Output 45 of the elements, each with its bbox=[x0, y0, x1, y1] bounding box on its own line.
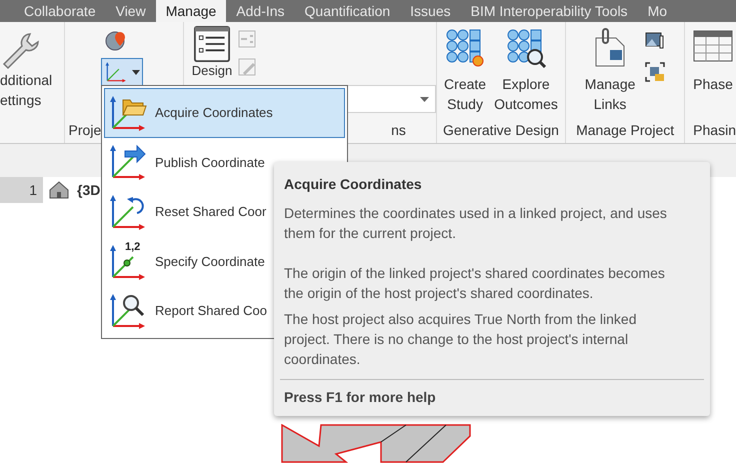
arrow-axes-icon bbox=[109, 143, 147, 182]
coordinate-label: 1,2 bbox=[125, 240, 140, 255]
ribbon-tab[interactable]: Mo bbox=[638, 0, 678, 22]
panel-label: Phasin bbox=[693, 121, 736, 140]
list-pencil-icon bbox=[238, 58, 256, 76]
grid-spark-icon bbox=[445, 28, 486, 68]
document-tab[interactable]: 1 bbox=[0, 177, 43, 203]
caret-icon bbox=[420, 96, 429, 102]
design-options-button[interactable]: Design bbox=[192, 26, 232, 78]
tooltip-paragraph: The origin of the linked project's shared coordinates becomes the origin of the host project's shared coordinates. bbox=[284, 264, 666, 303]
panel-label: ns bbox=[391, 121, 407, 140]
point-axes-icon bbox=[109, 242, 147, 281]
house-icon bbox=[49, 181, 69, 199]
tooltip-paragraph: The host project also acquires True North from the linked project. There is no change to the host project's internal coordinates. bbox=[284, 310, 638, 369]
undo-axes-icon bbox=[109, 192, 147, 231]
coordinates-dropdown-button[interactable] bbox=[100, 58, 143, 86]
panel-label: Proje bbox=[68, 121, 102, 140]
ribbon-tab[interactable]: BIM Interoperability Tools bbox=[460, 0, 638, 22]
ribbon-tab[interactable]: Collaborate bbox=[14, 0, 106, 22]
folder-axes-icon bbox=[109, 94, 147, 132]
phases-button[interactable]: Phase bbox=[693, 28, 734, 94]
caret-icon bbox=[132, 70, 140, 74]
generative-design-button[interactable]: Create Study bbox=[444, 28, 486, 120]
list-window-icon bbox=[194, 26, 230, 62]
ribbon-tab[interactable]: Add-Ins bbox=[226, 0, 295, 22]
ribbon-tab[interactable]: Quantification bbox=[294, 0, 400, 22]
generative-design-button[interactable]: Explore Outcomes bbox=[494, 28, 558, 120]
magnifier-axes-icon bbox=[109, 292, 147, 330]
additional-settings-button[interactable]: dditional ettings bbox=[0, 22, 64, 120]
menu-item[interactable]: Acquire Coordinates bbox=[104, 88, 345, 138]
ribbon-tab[interactable]: Issues bbox=[400, 0, 461, 22]
ribbon-tab[interactable]: View bbox=[106, 0, 156, 22]
location-pin-icon bbox=[104, 30, 127, 52]
panel-label: Generative Design bbox=[442, 121, 559, 140]
axes-icon bbox=[104, 61, 128, 83]
frame-folder-icon bbox=[645, 62, 666, 82]
manage-links-button[interactable]: Manage Links bbox=[584, 28, 636, 120]
wrench-icon bbox=[0, 30, 40, 70]
tooltip-footer: Press F1 for more help bbox=[284, 387, 700, 408]
grid-search-icon bbox=[506, 28, 546, 68]
tooltip-title: Acquire Coordinates bbox=[284, 175, 423, 194]
panel-label: Manage Project bbox=[576, 121, 674, 140]
tooltip-paragraph: Determines the coordinates used in a linked project, and uses them for the current project. bbox=[284, 204, 668, 243]
ribbon-tab[interactable]: Manage bbox=[156, 0, 226, 22]
image-key-icon bbox=[645, 32, 666, 50]
